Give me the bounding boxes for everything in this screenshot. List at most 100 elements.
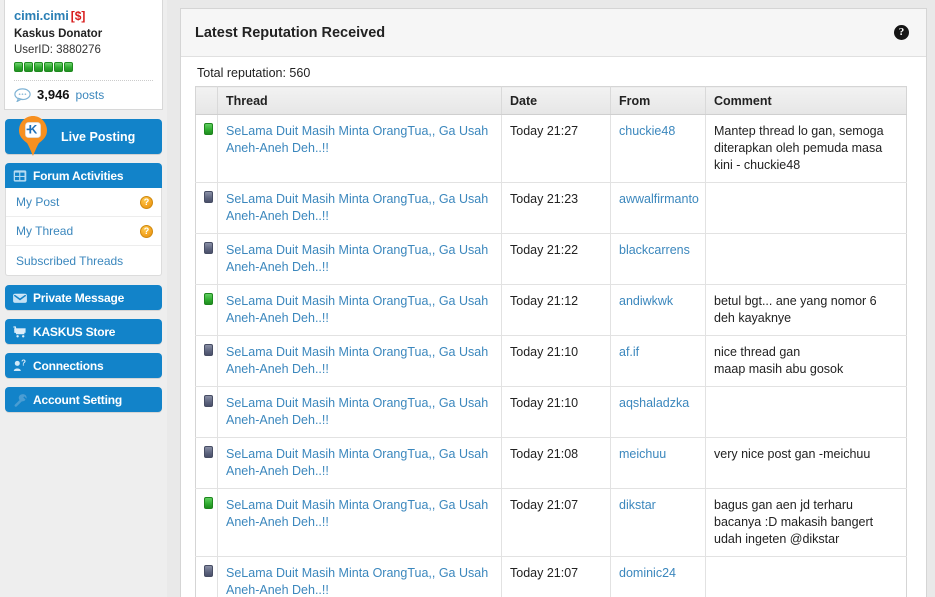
thread-link[interactable]: SeLama Duit Masih Minta OrangTua,, Ga Us… [226,566,488,597]
from-user-link[interactable]: dikstar [619,498,656,512]
reputation-indicator-cell [195,284,218,336]
reputation-bar [34,62,43,72]
sidebar-item-label: Private Message [33,290,125,305]
positive-reputation-icon [204,293,213,305]
comment-cell [705,182,907,234]
date-cell: Today 21:12 [501,284,611,336]
from-cell: aqshaladzka [610,386,706,438]
neutral-reputation-icon [204,446,213,458]
positive-reputation-icon [204,123,213,135]
comment-cell: bagus gan aen jd terharu bacanya :D maka… [705,488,907,557]
from-user-link[interactable]: chuckie48 [619,124,675,138]
table-row: SeLama Duit Masih Minta OrangTua,, Ga Us… [195,556,907,597]
table-row: SeLama Duit Masih Minta OrangTua,, Ga Us… [195,335,907,387]
table-row: SeLama Duit Masih Minta OrangTua,, Ga Us… [195,386,907,438]
user-id: UserID: 3880276 [14,44,101,56]
thread-link[interactable]: SeLama Duit Masih Minta OrangTua,, Ga Us… [226,294,488,325]
from-user-link[interactable]: awwalfirmanto [619,192,699,206]
forum-activities-label: Forum Activities [33,168,124,183]
thread-cell: SeLama Duit Masih Minta OrangTua,, Ga Us… [217,488,502,557]
col-date: Date [501,86,611,115]
sidebar-item-label: Account Setting [33,392,122,407]
date-cell: Today 21:07 [501,488,611,557]
sidebar-item-account-setting[interactable]: Account Setting [5,387,162,412]
thread-link[interactable]: SeLama Duit Masih Minta OrangTua,, Ga Us… [226,124,488,155]
neutral-reputation-icon [204,565,213,577]
date-cell: Today 21:27 [501,114,611,183]
reputation-indicator-cell [195,335,218,387]
from-user-link[interactable]: aqshaladzka [619,396,689,410]
from-user-link[interactable]: dominic24 [619,566,676,580]
col-thread: Thread [217,86,502,115]
thread-cell: SeLama Duit Masih Minta OrangTua,, Ga Us… [217,233,502,285]
thread-link[interactable]: SeLama Duit Masih Minta OrangTua,, Ga Us… [226,396,488,427]
envelope-icon [13,291,27,305]
forum-activities-block: Forum Activities My Post? My Thread? Subsc… [5,163,162,276]
sidebar-item-label: KASKUS Store [33,324,116,339]
reputation-indicator-cell [195,386,218,438]
comment-cell: betul bgt... ane yang nomor 6 deh kayakn… [705,284,907,336]
reputation-bar [24,62,33,72]
posts-count: 3,946 [37,87,70,102]
thread-cell: SeLama Duit Masih Minta OrangTua,, Ga Us… [217,114,502,183]
thread-link[interactable]: SeLama Duit Masih Minta OrangTua,, Ga Us… [226,447,488,478]
forum-activities-header[interactable]: Forum Activities [5,163,162,188]
sidebar-item-kaskus-store[interactable]: KASKUS Store [5,319,162,344]
comment-cell [705,556,907,597]
speech-bubble-icon [14,87,31,103]
sidebar-item-my-thread[interactable]: My Thread? [6,217,161,246]
from-cell: awwalfirmanto [610,182,706,234]
reputation-bar [54,62,63,72]
from-user-link[interactable]: af.if [619,345,639,359]
username[interactable]: cimi.cimi [14,8,69,23]
sidebar-item-label: Connections [33,358,104,373]
user-title: Kaskus Donator [14,28,103,40]
shopping-cart-icon [13,325,27,339]
svg-text:?: ? [21,359,26,368]
sidebar-item-connections[interactable]: ? Connections [5,353,162,378]
sidebar-button-list: Private Message KASKUS Store? Connections A… [0,285,167,412]
thread-cell: SeLama Duit Masih Minta OrangTua,, Ga Us… [217,437,502,489]
from-user-link[interactable]: blackcarrens [619,243,690,257]
sidebar: cimi.cimi [$] Kaskus Donator UserID: 3880… [0,0,167,597]
posts-label: posts [75,87,105,102]
date-cell: Today 21:10 [501,386,611,438]
from-cell: dikstar [610,488,706,557]
main-panel: Latest Reputation Received ? Total reput… [180,8,927,597]
reputation-bars [14,62,153,80]
thread-link[interactable]: SeLama Duit Masih Minta OrangTua,, Ga Us… [226,498,488,529]
date-cell: Today 21:08 [501,437,611,489]
thread-link[interactable]: SeLama Duit Masih Minta OrangTua,, Ga Us… [226,192,488,223]
table-row: SeLama Duit Masih Minta OrangTua,, Ga Us… [195,182,907,234]
date-cell: Today 21:10 [501,335,611,387]
sidebar-item-private-message[interactable]: Private Message [5,285,162,310]
from-cell: andiwkwk [610,284,706,336]
thread-cell: SeLama Duit Masih Minta OrangTua,, Ga Us… [217,284,502,336]
col-indicator [195,86,218,115]
reputation-indicator-cell [195,233,218,285]
forum-activities-list: My Post? My Thread? Subscribed Threads [5,188,162,276]
date-cell: Today 21:22 [501,233,611,285]
reputation-table: Thread Date From Comment SeLama Duit Mas… [195,86,907,597]
question-badge-icon[interactable]: ? [140,195,153,209]
help-circle-icon[interactable]: ? [894,25,909,40]
sidebar-item-label: My Thread [16,224,74,238]
live-posting-button[interactable]: K Live Posting [5,116,162,156]
from-user-link[interactable]: andiwkwk [619,294,673,308]
table-row: SeLama Duit Masih Minta OrangTua,, Ga Us… [195,233,907,285]
from-user-link[interactable]: meichuu [619,447,666,461]
thread-link[interactable]: SeLama Duit Masih Minta OrangTua,, Ga Us… [226,243,488,274]
question-badge-icon[interactable]: ? [140,224,153,238]
comment-cell [705,233,907,285]
thread-cell: SeLama Duit Masih Minta OrangTua,, Ga Us… [217,556,502,597]
thread-link[interactable]: SeLama Duit Masih Minta OrangTua,, Ga Us… [226,345,488,376]
connections-icon: ? [13,358,27,373]
comment-cell [705,386,907,438]
sidebar-item-subscribed-threads[interactable]: Subscribed Threads [6,246,161,275]
sidebar-item-my-post[interactable]: My Post? [6,188,161,217]
date-cell: Today 21:23 [501,182,611,234]
thread-cell: SeLama Duit Masih Minta OrangTua,, Ga Us… [217,335,502,387]
table-row: SeLama Duit Masih Minta OrangTua,, Ga Us… [195,114,907,183]
neutral-reputation-icon [204,191,213,203]
reputation-rows: SeLama Duit Masih Minta OrangTua,, Ga Us… [195,114,907,597]
